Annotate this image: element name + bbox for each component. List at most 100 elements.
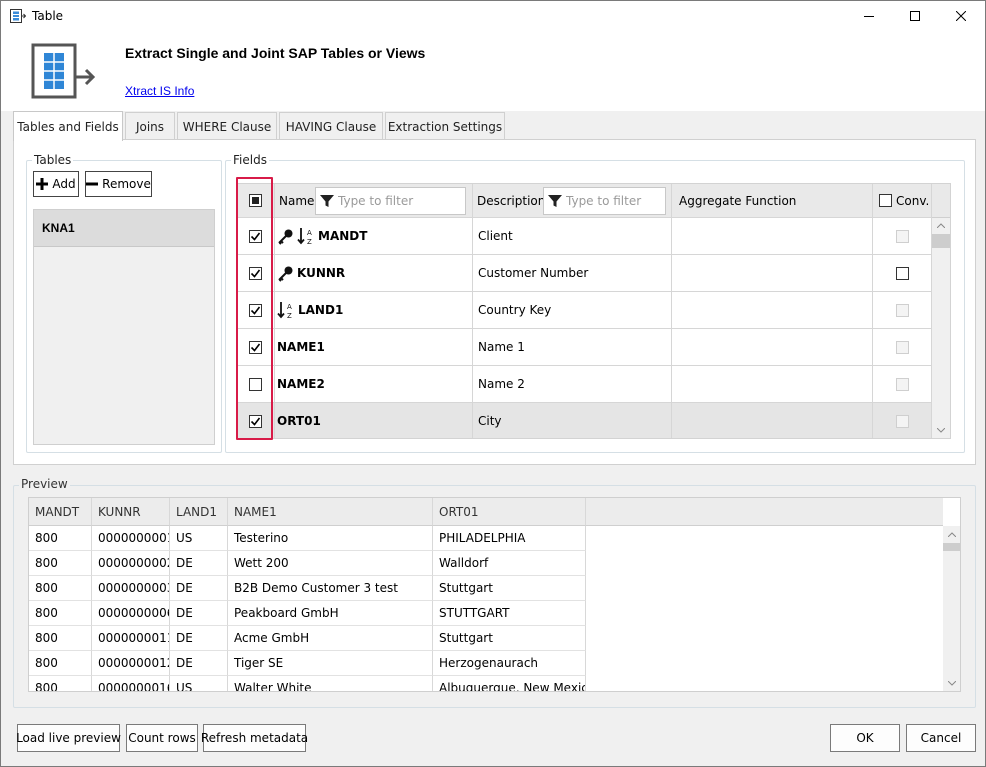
preview-cell-ort01[interactable]: Herzogenaurach (433, 651, 586, 676)
preview-scroll-thumb[interactable] (943, 543, 960, 551)
preview-cell-kunnr[interactable]: 0000000012 (92, 651, 170, 676)
scroll-up-icon (948, 532, 956, 537)
field-name-cell[interactable]: NAME1 (275, 329, 473, 366)
tab-tables-and-fields[interactable]: Tables and Fields (13, 111, 123, 141)
field-checkbox-ort01[interactable] (249, 414, 262, 428)
refresh-metadata-button[interactable]: Refresh metadata (201, 724, 308, 752)
select-all-checkbox[interactable] (249, 194, 262, 207)
preview-cell-name1[interactable]: Tiger SE (228, 651, 433, 676)
load-live-preview-button[interactable]: Load live preview (16, 724, 121, 752)
preview-cell-mandt[interactable]: 800 (29, 676, 92, 691)
list-item-kna1[interactable]: KNA1 (34, 210, 214, 247)
field-checkbox-kunnr[interactable] (249, 266, 262, 280)
tab-where-clause[interactable]: WHERE Clause (177, 112, 277, 140)
conv-cell (873, 403, 932, 438)
preview-cell-name1[interactable]: Peakboard GmbH (228, 601, 433, 626)
add-table-button[interactable]: Add (33, 171, 79, 197)
preview-cell-ort01[interactable]: Stuttgart (433, 576, 586, 601)
conv-checkbox-kunnr[interactable] (895, 266, 909, 280)
preview-cell-land1[interactable]: US (170, 676, 228, 691)
field-name: NAME2 (277, 377, 325, 391)
field-name-cell[interactable]: AZ LAND1 (275, 292, 473, 329)
preview-column-header: ORT01 (433, 498, 586, 526)
ok-button[interactable]: OK (830, 724, 900, 752)
conv-cell (873, 255, 932, 292)
description-filter-input[interactable] (566, 194, 656, 208)
preview-cell-name1[interactable]: B2B Demo Customer 3 test (228, 576, 433, 601)
preview-cell-land1[interactable]: US (170, 526, 228, 551)
preview-cell-land1[interactable]: DE (170, 601, 228, 626)
field-aggregate-cell[interactable] (672, 255, 873, 292)
tables-list: KNA1 (33, 209, 215, 445)
preview-cell-name1[interactable]: Wett 200 (228, 551, 433, 576)
preview-cell-land1[interactable]: DE (170, 651, 228, 676)
preview-cell-kunnr[interactable]: 0000000002 (92, 551, 170, 576)
add-table-label: Add (52, 177, 76, 191)
tab-having-clause[interactable]: HAVING Clause (279, 112, 383, 140)
tab-joins[interactable]: Joins (125, 112, 175, 140)
preview-column-header: MANDT (29, 498, 92, 526)
preview-cell-kunnr[interactable]: 0000000016 (92, 676, 170, 691)
name-filter-input[interactable] (338, 194, 448, 208)
close-button[interactable] (938, 1, 984, 31)
preview-cell-mandt[interactable]: 800 (29, 526, 92, 551)
field-name-cell[interactable]: ORT01 (275, 403, 473, 438)
fields-group: Fields Name Description (225, 153, 965, 453)
count-rows-button[interactable]: Count rows (126, 724, 198, 752)
minimize-button[interactable] (846, 1, 892, 31)
field-aggregate-cell[interactable] (672, 366, 873, 403)
conv-all-checkbox[interactable] (879, 194, 892, 207)
preview-cell-land1[interactable]: DE (170, 576, 228, 601)
preview-cell-kunnr[interactable]: 0000000006 (92, 601, 170, 626)
preview-cell-name1[interactable]: Walter White (228, 676, 433, 691)
row-select-cell (237, 329, 275, 366)
aggregate-column-header: Aggregate Function (672, 184, 873, 218)
preview-cell-name1[interactable]: Acme GmbH (228, 626, 433, 651)
preview-column-header: KUNNR (92, 498, 170, 526)
scroll-down-icon (948, 681, 956, 686)
field-checkbox-name1[interactable] (249, 340, 262, 354)
field-name-cell[interactable]: KUNNR (275, 255, 473, 292)
preview-cell-kunnr[interactable]: 0000000001 (92, 526, 170, 551)
preview-cell-land1[interactable]: DE (170, 551, 228, 576)
preview-cell-ort01[interactable]: Stuttgart (433, 626, 586, 651)
preview-cell-ort01[interactable]: Albuquerque, New Mexico (433, 676, 586, 691)
remove-table-button[interactable]: Remove (85, 171, 152, 197)
field-aggregate-cell[interactable] (672, 403, 873, 438)
field-checkbox-mandt[interactable] (249, 229, 262, 243)
fields-vertical-scrollbar[interactable] (932, 218, 950, 438)
preview-cell-mandt[interactable]: 800 (29, 626, 92, 651)
field-aggregate-cell[interactable] (672, 329, 873, 366)
preview-cell-land1[interactable]: DE (170, 626, 228, 651)
preview-cell-kunnr[interactable]: 0000000003 (92, 576, 170, 601)
conv-checkbox-land1 (895, 303, 909, 317)
fields-scroll-thumb[interactable] (932, 234, 950, 248)
preview-cell-mandt[interactable]: 800 (29, 601, 92, 626)
preview-cell-mandt[interactable]: 800 (29, 576, 92, 601)
field-aggregate-cell[interactable] (672, 218, 873, 255)
tab-extraction-settings[interactable]: Extraction Settings (385, 112, 505, 140)
xtract-is-info-link[interactable]: Xtract IS Info (125, 84, 194, 98)
preview-column-header: LAND1 (170, 498, 228, 526)
field-checkbox-land1[interactable] (249, 303, 262, 317)
preview-cell-kunnr[interactable]: 0000000011 (92, 626, 170, 651)
dialog-header: Extract Single and Joint SAP Tables or V… (1, 31, 985, 111)
preview-cell-mandt[interactable]: 800 (29, 651, 92, 676)
preview-vertical-scrollbar[interactable] (943, 526, 960, 691)
field-name: MANDT (318, 229, 368, 243)
preview-cell-mandt[interactable]: 800 (29, 551, 92, 576)
select-all-cell (237, 184, 275, 218)
cancel-button[interactable]: Cancel (906, 724, 976, 752)
field-aggregate-cell[interactable] (672, 292, 873, 329)
field-name-cell[interactable]: NAME2 (275, 366, 473, 403)
field-checkbox-name2[interactable] (249, 377, 262, 391)
field-name-cell[interactable]: AZ MANDT (275, 218, 473, 255)
preview-cell-ort01[interactable]: STUTTGART (433, 601, 586, 626)
preview-cell-ort01[interactable]: Walldorf (433, 551, 586, 576)
fields-legend: Fields (231, 153, 269, 167)
field-name: NAME1 (277, 340, 325, 354)
preview-cell-ort01[interactable]: PHILADELPHIA (433, 526, 586, 551)
preview-cell-name1[interactable]: Testerino (228, 526, 433, 551)
svg-text:A: A (287, 303, 292, 311)
maximize-button[interactable] (892, 1, 938, 31)
